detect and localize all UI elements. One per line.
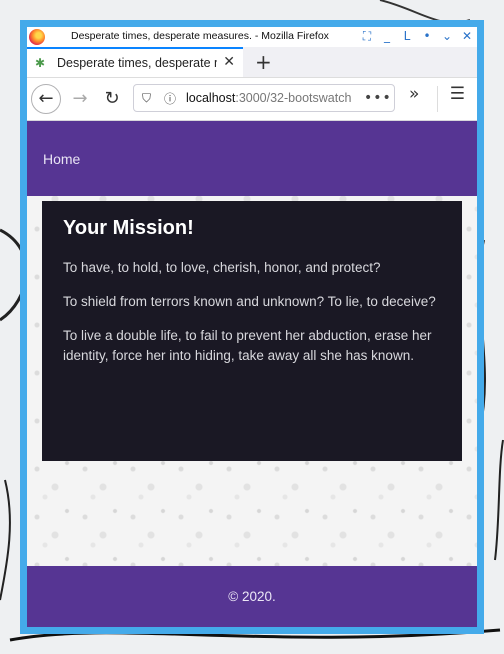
mission-title: Your Mission! xyxy=(63,217,194,239)
maximize-icon[interactable]: L xyxy=(401,29,413,43)
url-host: localhost xyxy=(186,91,236,105)
site-navbar: Home xyxy=(27,121,477,196)
title-bar: Desperate times, desperate measures. - M… xyxy=(27,27,477,47)
shield-icon[interactable]: ⛉ xyxy=(142,91,156,106)
navigation-bar: ← → ↻ ⛉ ⓘ localhost:3000/32-bootswatch •… xyxy=(27,78,477,121)
dot-icon[interactable]: • xyxy=(421,29,433,43)
site-footer: © 2020. xyxy=(27,566,477,627)
url-bar[interactable]: ⛉ ⓘ localhost:3000/32-bootswatch ••• xyxy=(133,84,395,112)
mission-paragraph-1: To have, to hold, to love, cherish, hono… xyxy=(63,260,381,275)
footer-copyright: © 2020. xyxy=(228,589,276,604)
tab-active[interactable]: ✱ Desperate times, desperate measures. ✕ xyxy=(27,47,243,77)
hamburger-menu-button[interactable]: ☰ xyxy=(450,84,465,104)
tab-title: Desperate times, desperate measures. xyxy=(57,56,217,70)
nav-link-home[interactable]: Home xyxy=(43,151,80,167)
firefox-logo-icon xyxy=(29,29,45,45)
tab-strip: ✱ Desperate times, desperate measures. ✕… xyxy=(27,47,477,78)
mission-card: Your Mission! To have, to hold, to love,… xyxy=(42,201,462,461)
move-icon[interactable]: ⛶ xyxy=(361,29,373,43)
overflow-menu-button[interactable]: » xyxy=(409,84,419,104)
new-tab-button[interactable]: + xyxy=(255,47,272,77)
forward-button[interactable]: → xyxy=(65,84,95,114)
window-controls: ⛶ _ L • ⌄ ✕ xyxy=(361,29,473,43)
info-icon[interactable]: ⓘ xyxy=(164,90,178,107)
reload-button[interactable]: ↻ xyxy=(97,84,127,114)
browser-window: Desperate times, desperate measures. - M… xyxy=(27,27,477,627)
puzzle-favicon-icon: ✱ xyxy=(35,56,46,70)
page-content: Home Your Mission! To have, to hold, to … xyxy=(27,121,477,627)
mission-paragraph-2: To shield from terrors known and unknown… xyxy=(63,294,436,309)
url-text[interactable]: localhost:3000/32-bootswatch xyxy=(186,91,362,105)
toolbar-divider xyxy=(437,86,438,112)
url-path: :3000/32-bootswatch xyxy=(235,91,352,105)
window-title: Desperate times, desperate measures. - M… xyxy=(71,30,329,42)
minimize-icon[interactable]: _ xyxy=(381,29,393,43)
back-button[interactable]: ← xyxy=(31,84,61,114)
chevron-down-icon[interactable]: ⌄ xyxy=(441,29,453,43)
tab-close-icon[interactable]: ✕ xyxy=(223,54,235,70)
close-window-icon[interactable]: ✕ xyxy=(461,29,473,43)
page-actions-icon[interactable]: ••• xyxy=(364,90,392,106)
mission-paragraph-3: To live a double life, to fail to preven… xyxy=(63,328,432,363)
